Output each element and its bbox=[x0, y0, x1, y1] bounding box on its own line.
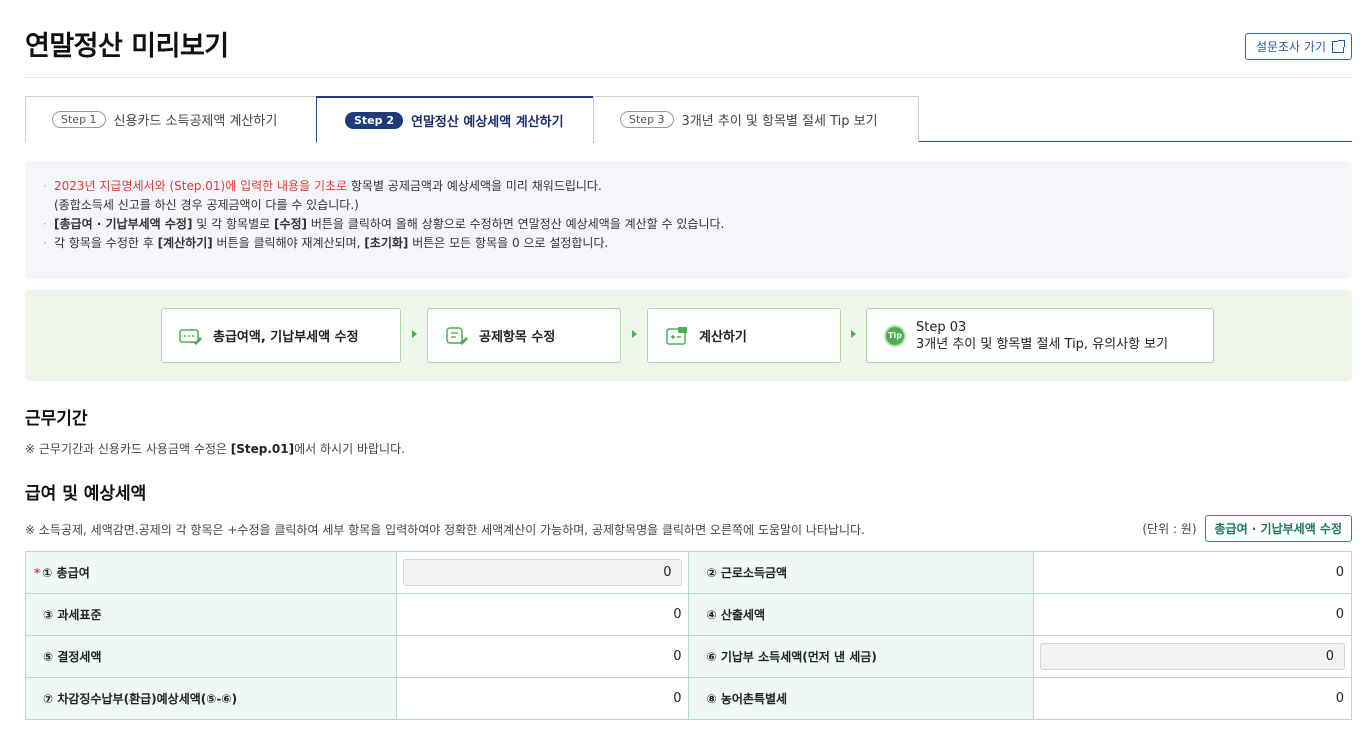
gross-salary-cell: 0 bbox=[395, 551, 690, 594]
salary-table: * ① 총급여 0 ② 근로소득금액 0 ③ 과세표준 0 ④ 산출세액 0 ⑤ … bbox=[25, 551, 1352, 720]
title-divider bbox=[25, 77, 1352, 78]
flow-label: 공제항목 수정 bbox=[479, 330, 556, 345]
flow-edit-salary-button[interactable]: 총급여액, 기납부세액 수정 bbox=[161, 308, 401, 363]
edit-salary-tax-button[interactable]: 총급여 · 기납부세액 수정 bbox=[1204, 515, 1352, 542]
gross-salary-field: 0 bbox=[402, 559, 683, 586]
expected-refund-label[interactable]: ⑦ 차감징수납부(환급)예상세액(⑤-⑥) bbox=[25, 677, 397, 720]
tab-label: 3개년 추이 및 항목별 절세 Tip 보기 bbox=[681, 114, 878, 129]
flow-step-label: Step 03 bbox=[916, 319, 967, 335]
notice-text: 항목별 공제금액과 예상세액을 미리 채워드립니다. bbox=[347, 179, 602, 193]
notice-text: 각 항목을 수정한 후 bbox=[54, 236, 158, 250]
table-row: ⑦ 차감징수납부(환급)예상세액(⑤-⑥) 0 ⑧ 농어촌특별세 0 bbox=[25, 677, 1352, 720]
flow-arrow-icon bbox=[851, 330, 856, 338]
notice-line: · [총급여 · 기납부세액 수정] 및 각 항목별로 [수정] 버튼을 클릭하… bbox=[43, 215, 1334, 234]
step-pill: Step 1 bbox=[52, 111, 106, 128]
tax-base-value: 0 bbox=[395, 593, 690, 636]
note-text: ※ 근무기간과 신용카드 사용금액 수정은 bbox=[25, 442, 231, 456]
salary-note: ※ 소득공제, 세액감면.공제의 각 항목은 +수정을 클릭하여 세부 항목을 … bbox=[25, 523, 865, 537]
tab-label: 신용카드 소득공제액 계산하기 bbox=[113, 114, 278, 129]
bullet-icon: · bbox=[43, 236, 47, 250]
prepaid-tax-field: 0 bbox=[1040, 643, 1345, 670]
required-mark: * bbox=[34, 566, 41, 580]
earned-income-value: 0 bbox=[1033, 551, 1352, 594]
calculated-tax-label[interactable]: ④ 산출세액 bbox=[688, 593, 1035, 636]
notice-text: 버튼을 클릭해야 재계산되며, bbox=[212, 236, 365, 250]
table-row: ⑤ 결정세액 0 ⑥ 기납부 소득세액(먼저 낸 세금) 0 bbox=[25, 635, 1352, 678]
survey-label: 설문조사 가기 bbox=[1255, 40, 1326, 54]
notice-bold: [초기화] bbox=[364, 236, 409, 250]
flow-calculate-button[interactable]: 계산하기 bbox=[647, 308, 841, 363]
flow-panel: 총급여액, 기납부세액 수정 공제항목 수정 계산하기 Tip Step 03 … bbox=[25, 290, 1352, 381]
work-period-note: ※ 근무기간과 신용카드 사용금액 수정은 [Step.01]에서 하시기 바랍… bbox=[25, 440, 405, 457]
tax-base-label[interactable]: ③ 과세표준 bbox=[25, 593, 397, 636]
notice-line: · 2023년 지급명세서와 (Step.01)에 입력한 내용을 기초로 항목… bbox=[43, 177, 1334, 196]
notice-box: · 2023년 지급명세서와 (Step.01)에 입력한 내용을 기초로 항목… bbox=[25, 161, 1352, 279]
notice-bold: [계산하기] bbox=[157, 236, 213, 250]
salary-title: 급여 및 예상세액 bbox=[25, 484, 147, 504]
external-link-icon bbox=[1332, 39, 1345, 53]
determined-tax-label[interactable]: ⑤ 결정세액 bbox=[25, 635, 397, 678]
note-text: 에서 하시기 바랍니다. bbox=[294, 442, 405, 456]
expected-refund-value: 0 bbox=[395, 677, 690, 720]
flow-arrow-icon bbox=[412, 330, 417, 338]
document-edit-icon bbox=[445, 326, 469, 345]
prepaid-tax-cell: 0 bbox=[1033, 635, 1352, 678]
work-period-title: 근무기간 bbox=[25, 409, 88, 429]
calculator-icon bbox=[665, 326, 689, 345]
step-pill: Step 2 bbox=[345, 111, 403, 129]
unit-label: (단위 : 원) bbox=[1142, 522, 1197, 536]
earned-income-label[interactable]: ② 근로소득금액 bbox=[688, 551, 1035, 594]
page-title: 연말정산 미리보기 bbox=[25, 31, 229, 62]
notice-text: 버튼은 모든 항목을 0 으로 설정합니다. bbox=[408, 236, 609, 250]
survey-button[interactable]: 설문조사 가기 bbox=[1244, 33, 1352, 60]
prepaid-tax-label[interactable]: ⑥ 기납부 소득세액(먼저 낸 세금) bbox=[688, 635, 1035, 678]
notice-highlight: 2023년 지급명세서와 (Step.01)에 입력한 내용을 기초로 bbox=[54, 179, 348, 193]
bullet-icon: · bbox=[43, 179, 47, 193]
notice-text: 버튼을 클릭하여 올해 상황으로 수정하면 연말정산 예상세액을 계산할 수 있… bbox=[307, 217, 725, 231]
tab-step3[interactable]: Step 3 3개년 추이 및 항목별 절세 Tip 보기 bbox=[593, 96, 919, 142]
notice-line: · 각 항목을 수정한 후 [계산하기] 버튼을 클릭해야 재계산되며, [초기… bbox=[43, 234, 1334, 253]
flow-arrow-icon bbox=[632, 330, 637, 338]
notice-subline: (종합소득세 신고를 하신 경우 공제금액이 다를 수 있습니다.) bbox=[54, 198, 359, 212]
table-row: * ① 총급여 0 ② 근로소득금액 0 bbox=[25, 551, 1352, 594]
step-pill: Step 3 bbox=[620, 111, 674, 128]
flow-edit-deduction-button[interactable]: 공제항목 수정 bbox=[427, 308, 621, 363]
rural-special-tax-value: 0 bbox=[1033, 677, 1352, 720]
tab-step1[interactable]: Step 1 신용카드 소득공제액 계산하기 bbox=[25, 96, 317, 142]
table-row: ③ 과세표준 0 ④ 산출세액 0 bbox=[25, 593, 1352, 636]
tab-label: 연말정산 예상세액 계산하기 bbox=[411, 114, 564, 130]
salary-toolbar: (단위 : 원) 총급여 · 기납부세액 수정 bbox=[1142, 515, 1352, 542]
gross-salary-label[interactable]: * ① 총급여 bbox=[25, 551, 397, 594]
calculated-tax-value: 0 bbox=[1033, 593, 1352, 636]
flow-step3-tip-button[interactable]: Tip Step 03 3개년 추이 및 항목별 절세 Tip, 유의사항 보기 bbox=[866, 308, 1214, 363]
rural-special-tax-label[interactable]: ⑧ 농어촌특별세 bbox=[688, 677, 1035, 720]
note-bold: [Step.01] bbox=[230, 442, 295, 456]
notice-bold: [수정] bbox=[273, 217, 308, 231]
bullet-icon: · bbox=[43, 217, 47, 231]
flow-step-desc: 3개년 추이 및 항목별 절세 Tip, 유의사항 보기 bbox=[916, 336, 1169, 352]
tab-step2[interactable]: Step 2 연말정산 예상세액 계산하기 bbox=[316, 96, 594, 143]
determined-tax-value: 0 bbox=[395, 635, 690, 678]
row-label: ① 총급여 bbox=[42, 566, 90, 580]
notice-text: 및 각 항목별로 bbox=[192, 217, 274, 231]
flow-label: 총급여액, 기납부세액 수정 bbox=[213, 330, 359, 345]
keyboard-edit-icon bbox=[179, 327, 203, 345]
tip-icon: Tip bbox=[884, 324, 906, 347]
flow-label: 계산하기 bbox=[699, 330, 747, 345]
step-tabs: Step 1 신용카드 소득공제액 계산하기 Step 2 연말정산 예상세액 … bbox=[25, 96, 1352, 143]
notice-bold: [총급여 · 기납부세액 수정] bbox=[54, 217, 193, 231]
flow-label: Step 03 3개년 추이 및 항목별 절세 Tip, 유의사항 보기 bbox=[916, 319, 1168, 353]
